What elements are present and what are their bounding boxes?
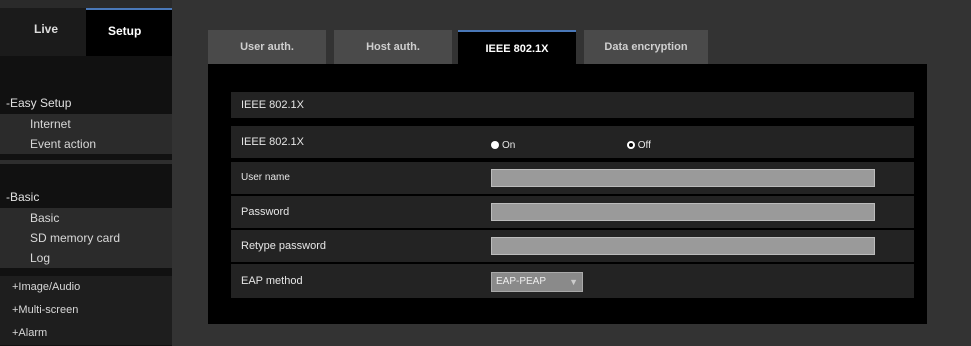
user-name-row: User name xyxy=(231,162,914,196)
section-title: IEEE 802.1X xyxy=(241,99,304,111)
menu-item-sd-memory-card[interactable]: SD memory card xyxy=(0,228,172,248)
tab-ieee-8021x[interactable]: IEEE 802.1X xyxy=(458,30,576,64)
menu-easy-setup: -Easy Setup Internet Event action xyxy=(0,92,172,154)
menu-item-basic[interactable]: Basic xyxy=(0,208,172,228)
menu-multi-screen[interactable]: +Multi-screen xyxy=(0,299,172,322)
menu-head-easy-setup[interactable]: -Easy Setup xyxy=(0,92,172,114)
menu-item-internet[interactable]: Internet xyxy=(0,114,172,134)
tab-data-encryption[interactable]: Data encryption xyxy=(584,30,708,64)
menu-alarm[interactable]: +Alarm xyxy=(0,322,172,345)
radio-on-label: On xyxy=(502,139,516,151)
menu-image-audio[interactable]: +Image/Audio xyxy=(0,276,172,299)
password-input[interactable] xyxy=(491,203,875,221)
radio-on-dot xyxy=(491,141,499,149)
radio-off[interactable]: Off xyxy=(626,139,651,151)
menu-basic: -Basic Basic SD memory card Log xyxy=(0,186,172,268)
retype-password-input[interactable] xyxy=(491,237,875,255)
retype-password-label: Retype password xyxy=(241,240,326,252)
menu-head-basic[interactable]: -Basic xyxy=(0,186,172,208)
ieee-radio-group: On Off xyxy=(491,138,911,152)
menu-item-log[interactable]: Log xyxy=(0,248,172,268)
sidebar: Live Setup -Easy Setup Internet Event ac… xyxy=(0,0,172,346)
user-name-input[interactable] xyxy=(491,169,875,187)
retype-password-row: Retype password xyxy=(231,230,914,264)
eap-method-value: EAP-PEAP xyxy=(496,276,547,287)
section-title-row: IEEE 802.1X xyxy=(231,92,914,120)
user-name-label: User name xyxy=(241,172,290,183)
eap-method-select[interactable]: EAP-PEAP ▼ xyxy=(491,272,583,292)
ieee-row: IEEE 802.1X On Off xyxy=(231,126,914,160)
tab-host-auth[interactable]: Host auth. xyxy=(334,30,452,64)
password-label: Password xyxy=(241,206,290,218)
radio-on[interactable]: On xyxy=(491,140,515,151)
radio-off-dot xyxy=(626,141,635,149)
eap-method-label: EAP method xyxy=(241,275,303,287)
tab-live[interactable]: Live xyxy=(0,8,86,56)
top-tabbar: Live Setup xyxy=(0,0,172,56)
tab-user-auth[interactable]: User auth. xyxy=(208,30,326,64)
radio-off-label: Off xyxy=(637,139,651,151)
password-row: Password xyxy=(231,196,914,230)
main-content: User auth. Host auth. IEEE 802.1X Data e… xyxy=(172,0,971,346)
ieee-label: IEEE 802.1X xyxy=(241,136,304,148)
menu-collapsed-group: +Image/Audio +Multi-screen +Alarm xyxy=(0,276,172,345)
sidebar-divider xyxy=(0,160,172,164)
settings-panel: IEEE 802.1X IEEE 802.1X On Off User name xyxy=(208,64,927,324)
tab-setup[interactable]: Setup xyxy=(86,8,172,56)
chevron-down-icon: ▼ xyxy=(569,277,578,287)
eap-method-row: EAP method EAP-PEAP ▼ xyxy=(231,264,914,300)
menu-item-event-action[interactable]: Event action xyxy=(0,134,172,154)
